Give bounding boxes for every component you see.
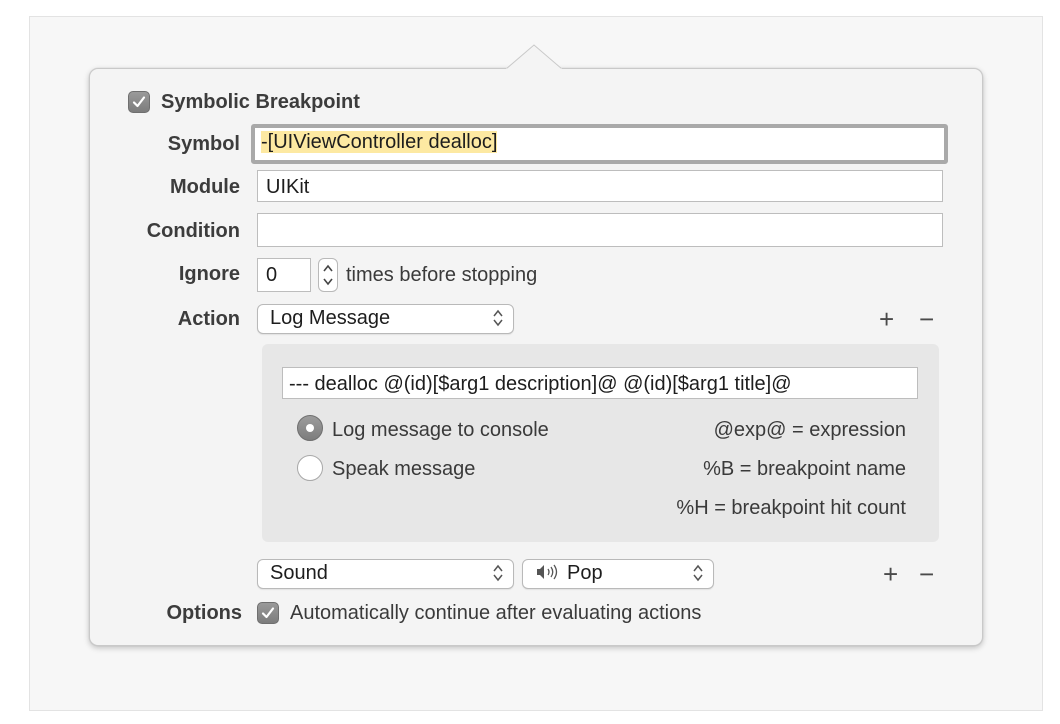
ignore-suffix: times before stopping: [346, 264, 538, 286]
chevron-updown-icon: [493, 564, 503, 582]
action2-type-value: Sound: [270, 562, 328, 584]
action-label: Action: [177, 308, 240, 330]
chevron-updown-icon: [693, 564, 703, 582]
add-action2-button[interactable]: +: [883, 560, 898, 588]
popover-arrow: [506, 44, 562, 70]
condition-field[interactable]: [257, 213, 943, 247]
speak-message-radio[interactable]: [297, 455, 323, 481]
sound-popup[interactable]: Pop: [522, 559, 714, 589]
symbol-value: -[UIViewController dealloc]: [261, 131, 498, 153]
log-to-console-label: Log message to console: [332, 419, 549, 441]
module-field[interactable]: UIKit: [257, 170, 943, 202]
auto-continue-label: Automatically continue after evaluating …: [290, 602, 702, 624]
speaker-icon: [537, 564, 558, 580]
stepper-arrows-icon: [323, 264, 333, 286]
speak-message-label: Speak message: [332, 458, 476, 480]
checkmark-icon: [132, 96, 146, 108]
module-label: Module: [170, 176, 240, 198]
symbol-field[interactable]: -[UIViewController dealloc]: [251, 124, 948, 164]
hint-breakpoint-name: %B = breakpoint name: [703, 458, 906, 480]
log-message-field[interactable]: --- dealloc @(id)[$arg1 description]@ @(…: [282, 367, 918, 399]
remove-action2-button[interactable]: −: [919, 560, 934, 588]
action-type-value: Log Message: [270, 307, 391, 329]
enable-breakpoint-checkbox[interactable]: [128, 91, 150, 113]
condition-label: Condition: [146, 220, 240, 242]
breakpoint-title: Symbolic Breakpoint: [161, 91, 360, 113]
chevron-updown-icon: [493, 309, 503, 327]
action-type-popup[interactable]: Log Message: [257, 304, 514, 334]
ignore-label: Ignore: [178, 263, 240, 285]
remove-action-button[interactable]: −: [919, 305, 934, 333]
hint-expression: @exp@ = expression: [713, 419, 906, 441]
checkmark-icon: [261, 607, 275, 619]
action2-type-popup[interactable]: Sound: [257, 559, 514, 589]
symbol-label: Symbol: [167, 133, 240, 155]
ignore-count-field[interactable]: 0: [257, 258, 311, 292]
auto-continue-checkbox[interactable]: [257, 602, 279, 624]
add-action-button[interactable]: +: [879, 305, 894, 333]
ignore-stepper[interactable]: [318, 258, 338, 292]
hint-hit-count: %H = breakpoint hit count: [676, 497, 906, 519]
log-to-console-radio[interactable]: [297, 415, 323, 441]
options-label: Options: [166, 602, 242, 624]
sound-value: Pop: [567, 562, 603, 584]
